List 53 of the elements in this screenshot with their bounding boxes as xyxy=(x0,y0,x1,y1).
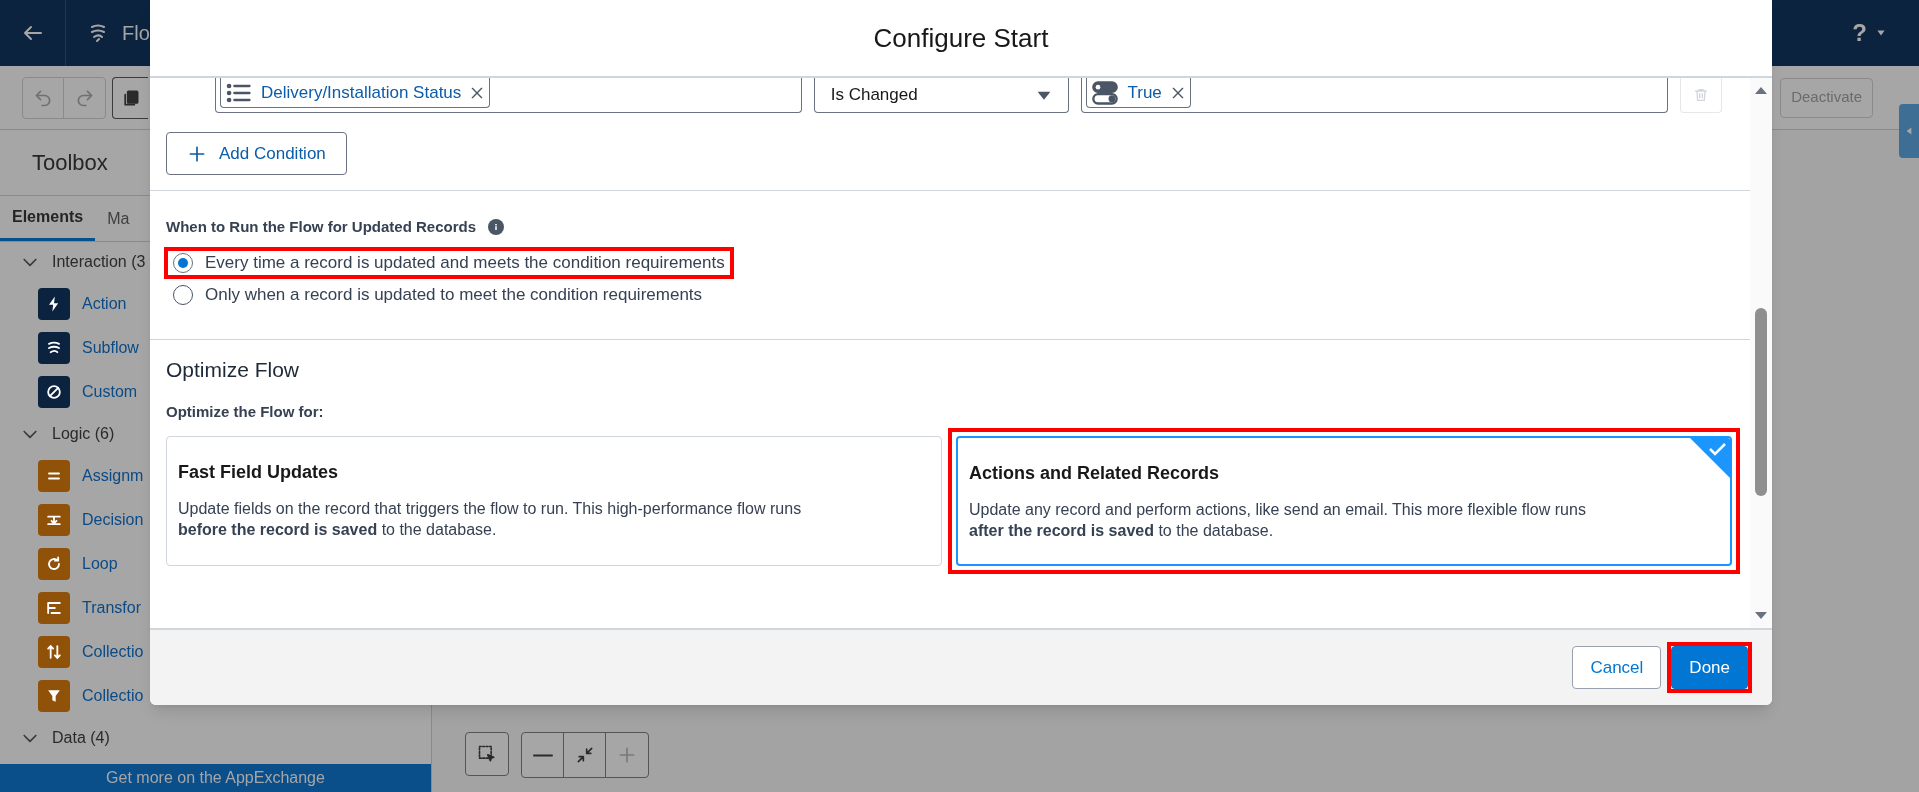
copy-button[interactable] xyxy=(112,76,148,119)
dropdown-value: Is Changed xyxy=(830,84,918,107)
resource-field[interactable]: Delivery/Installation Status xyxy=(215,78,802,113)
operator-dropdown[interactable]: Is Changed xyxy=(813,78,1070,113)
trash-icon xyxy=(1693,87,1710,103)
undo-icon xyxy=(33,87,53,108)
pill-label: Delivery/Installation Status xyxy=(261,81,462,104)
element-link[interactable]: Custom xyxy=(82,380,138,404)
card-description: Update any record and perform actions, like send an email. This more flexible flow runs after the record is saved to the database. xyxy=(969,499,1587,541)
element-link[interactable]: Loop xyxy=(82,552,118,576)
card-title: Actions and Related Records xyxy=(969,461,1221,485)
radio-label: Only when a record is updated to meet the condition requirements xyxy=(205,283,703,306)
done-button[interactable]: Done xyxy=(1671,646,1748,689)
cancel-button[interactable]: Cancel xyxy=(1572,646,1662,689)
tab[interactable]: Elements xyxy=(0,196,96,241)
pill-label: True xyxy=(1127,81,1162,104)
minus-icon xyxy=(532,753,553,757)
app-title: Flo xyxy=(122,21,150,46)
radio-button[interactable] xyxy=(173,284,193,305)
element-link[interactable]: Collectio xyxy=(82,640,144,664)
plus-icon xyxy=(617,745,637,765)
group-label[interactable]: Logic (6) xyxy=(52,422,115,446)
resource-field[interactable]: True xyxy=(1081,78,1669,113)
option-card[interactable]: Actions and Related Records Update any record and perform actions, like send an email. This more flexible flow runs after the record is saved to the database. xyxy=(956,435,1732,566)
delete-button[interactable] xyxy=(1680,78,1722,113)
radio-button[interactable] xyxy=(173,252,193,273)
tab[interactable]: Ma xyxy=(95,196,142,241)
element-link[interactable]: Assignm xyxy=(82,464,144,488)
panel-title: Toolbox xyxy=(32,149,108,177)
add-condition-button[interactable]: Add Condition xyxy=(166,132,347,175)
element-link[interactable]: Transfor xyxy=(82,596,141,620)
help-menu-button[interactable]: ? xyxy=(1852,15,1887,51)
option-card[interactable]: Fast Field Updates Update fields on the record that triggers the flow to run. This high-performance flow runs before the record is saved to the database. xyxy=(166,435,942,566)
dialog-title: Configure Start xyxy=(873,21,1049,55)
marquee-select-icon xyxy=(477,744,497,764)
toggle-icon xyxy=(1091,78,1120,107)
element-link[interactable]: Collectio xyxy=(82,684,144,708)
element-link[interactable]: Subflow xyxy=(82,336,139,360)
card-title: Fast Field Updates xyxy=(178,460,340,484)
group-label[interactable]: Interaction (3 xyxy=(52,250,146,274)
element-link[interactable]: Action xyxy=(82,292,127,316)
select-button[interactable] xyxy=(465,732,509,776)
section-heading: Optimize Flow xyxy=(166,356,301,383)
section-label: Optimize the Flow for: xyxy=(166,402,325,422)
section-label: When to Run the Flow for Updated Records xyxy=(166,217,476,237)
radio-label: Every time a record is updated and meets the condition requirements xyxy=(205,251,725,274)
element-link[interactable]: Decision xyxy=(82,508,144,532)
card-description: Update fields on the record that triggers the flow to run. This high-performance flow runs before the record is saved to the database. xyxy=(178,498,803,540)
group-label[interactable]: Data (4) xyxy=(52,726,110,750)
scrollbar-thumb[interactable] xyxy=(1755,308,1767,496)
panel-toggle-button[interactable] xyxy=(1899,104,1919,158)
info-icon xyxy=(488,219,504,236)
selected-check-icon xyxy=(1690,437,1730,478)
